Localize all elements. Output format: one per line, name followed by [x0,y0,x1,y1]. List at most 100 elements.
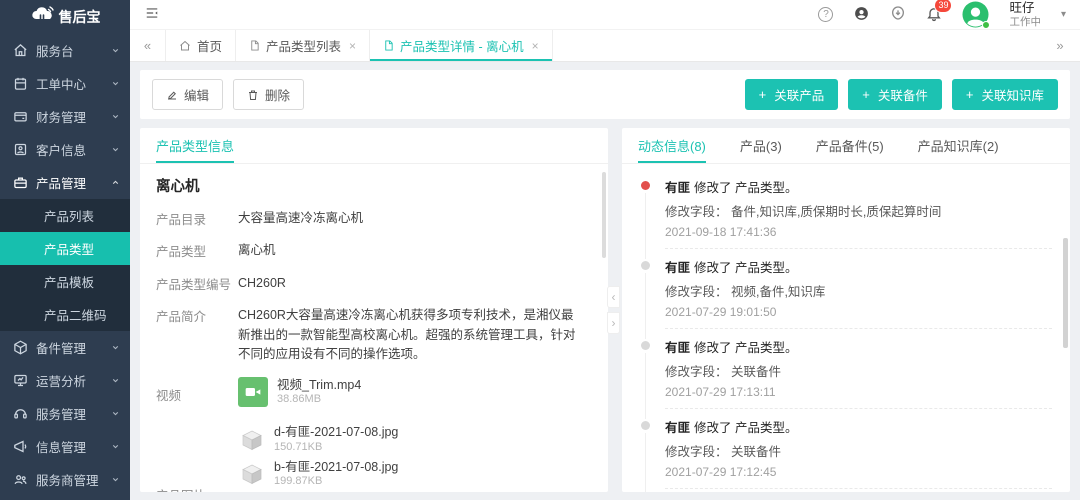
action-text: 修改了 产品类型。 [694,341,797,355]
file-size: 38.86MB [277,393,361,407]
main-area: 39 旺仔 工作中 首页 产品类型列表 [130,0,1080,500]
caret-down-icon[interactable] [1061,9,1066,20]
sidebar-item-provider-mgmt[interactable]: 服务商管理 [0,463,130,496]
actor-name: 有匪 [665,341,690,355]
sidebar-item-product-type[interactable]: 产品类型 [0,232,130,265]
sidebar-item-label: 运营分析 [36,371,86,390]
collapse-left-handle[interactable] [607,286,620,308]
action-toolbar: 编辑 删除 关联产品 关联备件 关联知识库 [140,70,1070,119]
page-tabbar: 首页 产品类型列表 产品类型详情 - 离心机 [130,30,1080,62]
plus-icon [966,87,976,102]
actor-name: 有匪 [665,421,690,435]
image-attachment[interactable]: d-有匪-2021-07-08.jpg 150.71KB [238,425,400,454]
user-meta[interactable]: 旺仔 工作中 [1009,1,1041,29]
user-status: 工作中 [1009,16,1041,29]
sidebar-item-label: 信息管理 [36,437,86,456]
sidebar: 售后宝 服务台 工单中心 财务管理 客户信息 产品管理 [0,0,130,500]
tab-product-parts[interactable]: 产品备件(5) [816,128,884,163]
tab-product-type-detail[interactable]: 产品类型详情 - 离心机 [370,30,553,61]
sidebar-item-label: 工单中心 [36,74,86,93]
product-info-tabs: 产品类型信息 [140,128,608,164]
close-icon[interactable] [532,39,539,53]
sidebar-item-label: 服务商管理 [36,470,99,489]
changed-fields: 修改字段： 视频,备件,知识库 [665,281,1052,300]
users-icon [13,472,28,487]
field-value: CH260R [238,274,300,293]
image-attachment[interactable]: b-有匪-2021-07-08.jpg 199.87KB [238,460,400,489]
field-row: 产品类型 离心机 [156,241,592,260]
app-logo[interactable]: 售后宝 [0,0,130,34]
sidebar-item-label: 客户信息 [36,140,86,159]
sidebar-item-customers[interactable]: 客户信息 [0,133,130,166]
field-row: 产品简介 CH260R大容量高速冷冻离心机获得多项专利技术，是湘仪最新推出的一款… [156,306,592,364]
sidebar-item-product-qrcode[interactable]: 产品二维码 [0,298,130,331]
sidebar-item-product-list[interactable]: 产品列表 [0,199,130,232]
left-panel-scrollbar[interactable] [602,172,606,258]
tab-products[interactable]: 产品(3) [740,128,782,163]
notifications-bell-icon[interactable]: 39 [926,5,942,25]
chevron-down-icon [111,112,120,121]
right-panel-scrollbar[interactable] [1063,238,1068,348]
content-area: 编辑 删除 关联产品 关联备件 关联知识库 [130,62,1080,500]
sidebar-item-label: 产品模板 [44,272,94,291]
field-label: 产品图片 [156,485,238,493]
tab-product-type-info[interactable]: 产品类型信息 [156,128,234,163]
field-row: 产品目录 大容量高速冷冻离心机 [156,209,592,228]
sidebar-item-service-desk[interactable]: 服务台 [0,34,130,67]
delete-button[interactable]: 删除 [233,79,304,110]
sidebar-item-finance[interactable]: 财务管理 [0,100,130,133]
edit-button[interactable]: 编辑 [152,79,223,110]
link-product-label: 关联产品 [774,85,824,104]
video-attachment[interactable]: 视频_Trim.mp4 38.86MB [238,377,361,407]
field-label: 产品类型编号 [156,274,238,293]
chevron-down-icon [111,145,120,154]
divider [665,328,1052,329]
chevron-down-icon [111,475,120,484]
tab-product-type-list[interactable]: 产品类型列表 [236,30,370,61]
avatar[interactable] [962,1,989,28]
changed-fields: 修改字段： 关联备件 [665,441,1052,460]
tab-product-kb[interactable]: 产品知识库(2) [918,128,999,163]
timeline-entry: 有匪修改了 产品类型。 修改字段： 关联备件 2021-07-29 17:13:… [640,337,1052,409]
video-thumbnail-icon [238,377,268,407]
sidebar-item-work-orders[interactable]: 工单中心 [0,67,130,100]
field-row: 产品类型编号 CH260R [156,274,592,293]
menu-fold-icon[interactable] [144,6,160,23]
link-product-button[interactable]: 关联产品 [745,79,839,110]
product-info-body: 离心机 产品目录 大容量高速冷冻离心机 产品类型 离心机 产品类型编号 CH26… [140,164,608,492]
file-name: 视频_Trim.mp4 [277,378,361,394]
download-icon[interactable] [890,5,906,24]
tab-activity[interactable]: 动态信息(8) [638,128,706,163]
cube-icon [13,340,28,355]
customer-service-icon[interactable] [853,5,870,25]
collapse-right-handle[interactable] [607,312,620,334]
timeline-dot [641,261,650,270]
timestamp: 2021-09-18 17:41:36 [665,225,1052,239]
home-icon [13,43,28,58]
sidebar-item-products[interactable]: 产品管理 [0,166,130,199]
tabs-scroll-left-icon[interactable] [130,30,166,61]
sidebar-item-label: 财务管理 [36,107,86,126]
sidebar-item-label: 产品列表 [44,206,94,225]
close-icon[interactable] [349,39,356,53]
sidebar-item-product-template[interactable]: 产品模板 [0,265,130,298]
link-kb-button[interactable]: 关联知识库 [952,79,1058,110]
divider [665,248,1052,249]
help-icon[interactable] [818,7,833,22]
images-field-row: 产品图片 d-有匪-2021-07-08.jpg 150.71KB [156,425,592,492]
actor-name: 有匪 [665,261,690,275]
timeline-entry: 有匪修改了 产品类型。 修改字段： 视频,备件,知识库 2021-07-29 1… [640,257,1052,329]
tabs-scroll-right-icon[interactable] [1040,30,1080,61]
edit-icon [166,89,178,101]
sidebar-item-spare-parts[interactable]: 备件管理 [0,331,130,364]
cloud-logo-icon [30,6,54,29]
sidebar-item-analytics[interactable]: 运营分析 [0,364,130,397]
sidebar-item-label: 服务管理 [36,404,86,423]
action-text: 修改了 产品类型。 [694,261,797,275]
tab-home[interactable]: 首页 [166,30,236,61]
file-size: 199.87KB [274,475,398,489]
sidebar-item-info-mgmt[interactable]: 信息管理 [0,430,130,463]
link-part-button[interactable]: 关联备件 [848,79,942,110]
video-field-row: 视频 视频_Trim.mp4 38.86MB [156,377,592,412]
sidebar-item-service-mgmt[interactable]: 服务管理 [0,397,130,430]
